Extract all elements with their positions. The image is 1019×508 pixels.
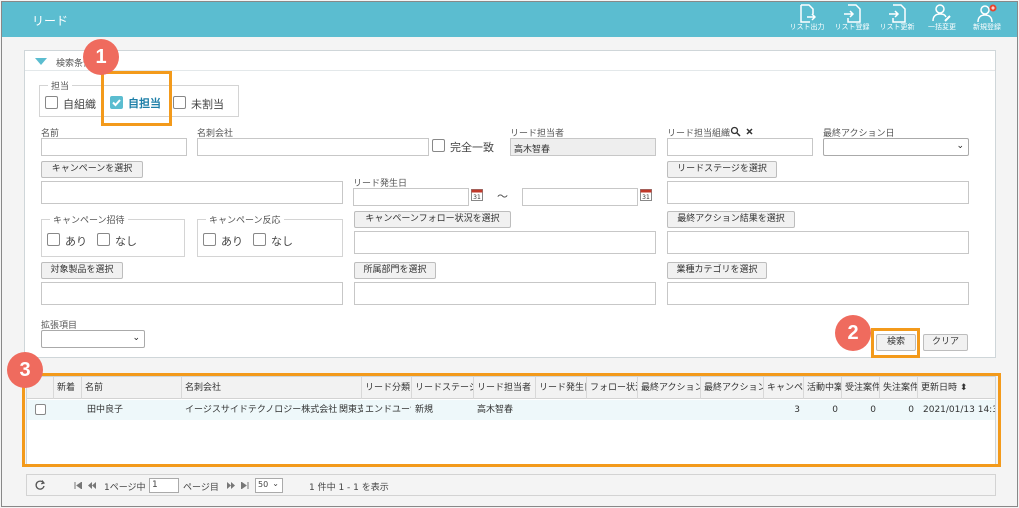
campaign-invite-yes-checkbox[interactable] — [47, 233, 60, 246]
campaign-follow-select-button[interactable]: キャンペーンフォロー状況を選択 — [354, 211, 511, 228]
chevron-down-icon: ⌄ — [272, 479, 279, 488]
user-add-icon — [977, 4, 997, 23]
lead-owner-field: 高木智春 — [510, 138, 656, 156]
users-edit-icon — [932, 4, 951, 22]
pager: 1ページ中 1 ページ目 50 ⌄ 1 件中 1 - 1 を表示 — [26, 474, 996, 496]
page-suffix: ページ目 — [183, 483, 219, 493]
highlight-box-mine — [101, 71, 172, 126]
campaign-invite-no-checkbox[interactable] — [97, 233, 110, 246]
step-badge-3: 3 — [7, 352, 43, 388]
page-number-input[interactable]: 1 — [149, 478, 179, 493]
campaign-response-legend: キャンペーン反応 — [206, 213, 284, 226]
file-export-icon — [800, 4, 816, 23]
campaign-invite-no-label: なし — [115, 235, 137, 248]
campaign-response-no-checkbox[interactable] — [253, 233, 266, 246]
my-org-checkbox[interactable] — [45, 96, 58, 109]
card-company-input[interactable] — [197, 138, 429, 156]
industry-select-button[interactable]: 業種カテゴリを選択 — [667, 262, 767, 279]
page-prefix: 1ページ中 — [104, 483, 146, 493]
highlight-box-results — [22, 373, 1001, 467]
product-select-button[interactable]: 対象製品を選択 — [41, 262, 123, 279]
next-page-icon[interactable] — [227, 482, 235, 489]
calendar-icon[interactable]: 31 — [640, 188, 652, 201]
page-title: リード — [32, 14, 69, 28]
pager-summary: 1 件中 1 - 1 を表示 — [309, 483, 389, 493]
lead-stage-select-button[interactable]: リードステージを選択 — [667, 161, 777, 178]
refresh-icon[interactable] — [34, 479, 46, 491]
lead-date-to-input[interactable] — [522, 188, 638, 206]
file-update-icon — [889, 4, 906, 23]
last-action-result-field[interactable] — [667, 231, 969, 254]
clear-button[interactable]: クリア — [923, 334, 968, 351]
lead-stage-field[interactable] — [667, 181, 969, 204]
collapse-caret-icon[interactable] — [35, 58, 47, 65]
department-field[interactable] — [354, 282, 656, 305]
owner-filter-legend: 担当 — [48, 79, 73, 92]
new-register-label: 新規登録 — [973, 23, 1001, 31]
lead-date-from-input[interactable] — [353, 188, 469, 206]
app-window: リード リスト出力 リスト登録 リスト更新 一括変更 新規登録 検索条件 担当 … — [1, 1, 1018, 507]
bulk-change-label: 一括変更 — [928, 23, 956, 31]
svg-text:31: 31 — [473, 194, 481, 201]
last-action-result-select-button[interactable]: 最終アクション結果を選択 — [667, 211, 795, 228]
campaign-response-group: キャンペーン反応 — [197, 213, 343, 257]
campaign-response-yes-checkbox[interactable] — [203, 233, 216, 246]
list-update-label: リスト更新 — [879, 23, 915, 31]
campaign-field[interactable] — [41, 181, 343, 204]
per-page-select[interactable]: 50 ⌄ — [255, 478, 283, 493]
new-register-button[interactable]: 新規登録 — [964, 3, 1010, 36]
product-field[interactable] — [41, 282, 343, 305]
step-badge-1: 1 — [83, 39, 119, 75]
date-range-tilde: ～ — [497, 190, 508, 203]
campaign-response-no-label: なし — [271, 235, 293, 248]
campaign-response-yes-label: あり — [221, 235, 243, 248]
list-register-button[interactable]: リスト登録 — [829, 3, 875, 36]
campaign-select-button[interactable]: キャンペーンを選択 — [41, 161, 143, 178]
chevron-down-icon: ⌄ — [132, 333, 140, 343]
campaign-invite-yes-label: あり — [65, 235, 87, 248]
clear-icon[interactable] — [744, 126, 755, 137]
ext-select[interactable]: ⌄ — [41, 330, 145, 348]
name-input[interactable] — [41, 138, 187, 156]
list-register-label: リスト登録 — [834, 23, 870, 31]
lead-owner-org-input[interactable] — [667, 138, 813, 156]
unassigned-label: 未割当 — [191, 98, 224, 111]
calendar-icon[interactable]: 31 — [471, 188, 483, 201]
last-action-date-select[interactable]: ⌄ — [823, 138, 969, 156]
last-page-icon[interactable] — [241, 482, 249, 489]
search-panel-header[interactable]: 検索条件 — [25, 51, 995, 71]
per-page-value: 50 — [258, 480, 269, 489]
svg-text:31: 31 — [642, 194, 650, 201]
campaign-follow-field[interactable] — [354, 231, 656, 254]
bulk-change-button[interactable]: 一括変更 — [919, 3, 965, 36]
step-badge-2: 2 — [835, 315, 871, 351]
search-icon[interactable] — [730, 126, 741, 137]
list-output-label: リスト出力 — [789, 23, 825, 31]
top-bar: リード リスト出力 リスト登録 リスト更新 一括変更 新規登録 — [2, 2, 1017, 37]
list-output-button[interactable]: リスト出力 — [784, 3, 830, 36]
unassigned-checkbox[interactable] — [173, 96, 186, 109]
chevron-down-icon: ⌄ — [956, 141, 964, 151]
prev-page-icon[interactable] — [88, 482, 96, 489]
campaign-invite-legend: キャンペーン招待 — [50, 213, 128, 226]
first-page-icon[interactable] — [74, 482, 82, 489]
list-update-button[interactable]: リスト更新 — [874, 3, 920, 36]
exact-match-checkbox[interactable] — [432, 139, 445, 152]
campaign-invite-group: キャンペーン招待 — [41, 213, 185, 257]
department-select-button[interactable]: 所属部門を選択 — [354, 262, 436, 279]
my-org-label: 自組織 — [63, 98, 96, 111]
highlight-box-search — [871, 328, 920, 358]
file-import-icon — [844, 4, 861, 23]
exact-match-label: 完全一致 — [450, 141, 494, 154]
industry-field[interactable] — [667, 282, 969, 305]
